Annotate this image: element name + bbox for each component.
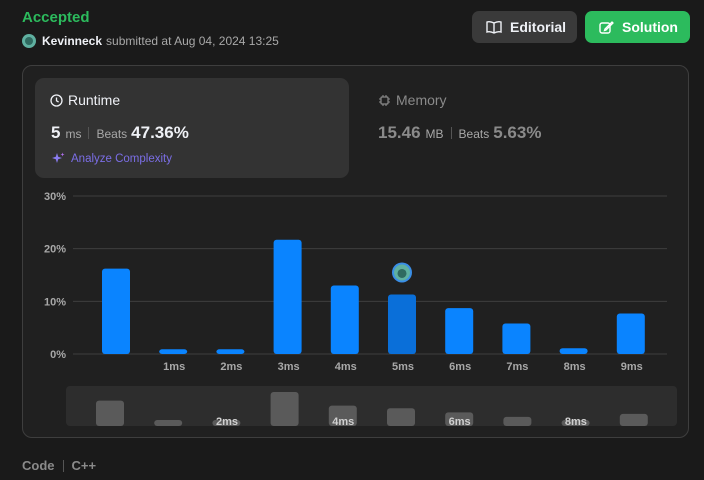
y-tick-label: 30% <box>44 191 66 203</box>
x-tick-label: 1ms <box>163 361 185 373</box>
divider <box>62 459 64 472</box>
minimap-bar <box>619 413 648 426</box>
user-marker-avatar-inner <box>397 268 407 278</box>
x-tick-label: 6ms <box>449 361 471 373</box>
bar[interactable] <box>559 348 588 354</box>
minimap-label: 2ms <box>216 416 238 428</box>
x-tick-label: 2ms <box>220 361 242 373</box>
x-tick-label: 5ms <box>392 361 414 373</box>
y-tick-label: 10% <box>44 296 66 308</box>
language-label[interactable]: C++ <box>72 458 97 473</box>
x-tick-label: 7ms <box>506 361 528 373</box>
bar[interactable] <box>330 285 359 354</box>
bar[interactable] <box>616 313 645 354</box>
minimap-label: 4ms <box>332 416 354 428</box>
y-tick-label: 0% <box>50 349 66 361</box>
minimap-bar <box>387 408 415 426</box>
bar[interactable] <box>273 239 302 354</box>
minimap-label: 6ms <box>449 416 471 428</box>
x-tick-label: 3ms <box>278 361 300 373</box>
bar[interactable] <box>216 349 245 354</box>
minimap-bar <box>154 420 183 426</box>
code-footer: Code C++ <box>22 458 96 473</box>
bar[interactable] <box>502 323 531 354</box>
minimap-label: 8ms <box>565 416 587 428</box>
runtime-distribution-chart: 30% 20% 10% 0% 1ms 2ms 3ms 4ms 5ms 6ms 7ms 8ms 9ms 2m… <box>44 191 677 428</box>
x-tick-label: 8ms <box>564 361 586 373</box>
minimap-bar <box>270 392 299 426</box>
x-tick-label: 9ms <box>621 361 643 373</box>
minimap-bar <box>503 416 532 426</box>
x-tick-label: 4ms <box>335 361 357 373</box>
bar[interactable] <box>102 268 130 354</box>
minimap-bar <box>96 400 124 426</box>
bar[interactable] <box>159 349 188 354</box>
bar[interactable] <box>445 308 474 354</box>
bar[interactable] <box>388 294 416 354</box>
y-tick-label: 20% <box>44 244 66 256</box>
code-label: Code <box>22 458 55 473</box>
